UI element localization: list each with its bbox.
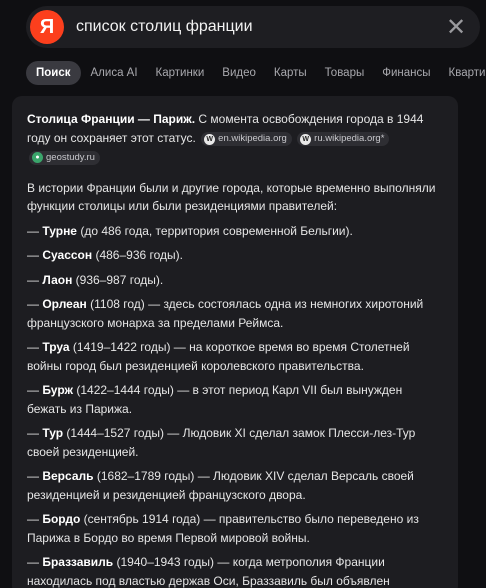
list-item: — Лаон (936–987 годы). [27, 272, 164, 287]
list-item: — Орлеан (1108 год) — здесь состоялась о… [27, 297, 424, 330]
capitals-list: — Турне (до 486 года, территория совреме… [27, 222, 444, 588]
tab-finance[interactable]: Финансы [374, 61, 438, 85]
answer-card: Столица Франции — Париж. С момента освоб… [12, 96, 458, 588]
search-bar[interactable]: Я список столиц франции ✕ [26, 6, 480, 48]
geostudy-icon: ● [32, 152, 43, 163]
tab-search[interactable]: Поиск [26, 61, 81, 85]
source-ru-wikipedia[interactable]: Wru.wikipedia.org* [297, 132, 390, 146]
list-item: — Бордо (сентябрь 1914 года) — правитель… [27, 512, 419, 545]
search-input[interactable]: список столиц франции [76, 18, 442, 36]
source-en-wikipedia[interactable]: Wen.wikipedia.org [201, 132, 292, 146]
list-item: — Тур (1444–1527 годы) — Людовик XI сдел… [27, 426, 416, 459]
wikipedia-icon: W [300, 133, 312, 145]
close-icon: ✕ [445, 13, 467, 41]
clear-search-button[interactable]: ✕ [442, 13, 470, 41]
answer-paragraph: В истории Франции были и другие города, … [27, 180, 436, 214]
list-item: — Турне (до 486 года, территория совреме… [27, 223, 353, 238]
search-tabs: Поиск Алиса AI Картинки Видео Карты Това… [26, 60, 486, 86]
answer-intro: Столица Франции — Париж. С момента освоб… [27, 110, 444, 166]
answer-headline: Столица Франции — Париж. [27, 112, 196, 126]
tab-apartments[interactable]: Кварти [441, 61, 486, 85]
list-item: — Суассон (486–936 годы). [27, 248, 183, 262]
yandex-logo[interactable]: Я [30, 10, 64, 44]
tab-alice-ai[interactable]: Алиса AI [83, 61, 146, 85]
source-geostudy[interactable]: ● geostudy.ru [29, 150, 100, 165]
tab-maps[interactable]: Карты [266, 61, 315, 85]
tab-video[interactable]: Видео [214, 61, 264, 85]
list-item: — Труа (1419–1422 годы) — на короткое вр… [27, 340, 410, 373]
wikipedia-icon: W [204, 133, 216, 145]
list-item: — Версаль (1682–1789 годы) — Людовик XIV… [27, 469, 414, 502]
list-item: — Браззавиль (1940–1943 годы) — когда ме… [27, 555, 390, 588]
tab-images[interactable]: Картинки [148, 61, 213, 85]
tab-products[interactable]: Товары [317, 61, 373, 85]
list-item: — Бурж (1422–1444 годы) — в этот период … [27, 383, 403, 416]
